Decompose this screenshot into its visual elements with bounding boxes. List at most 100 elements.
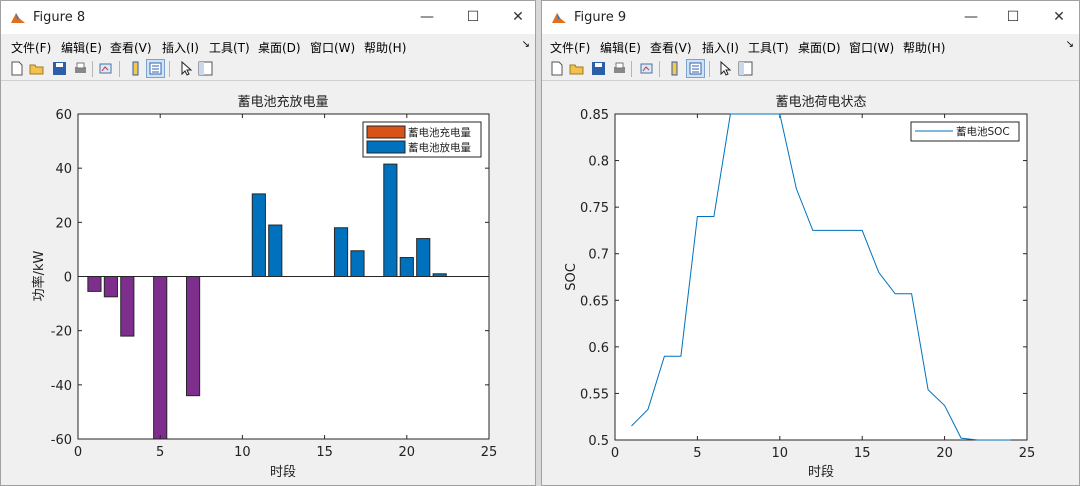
toolbar xyxy=(542,58,1079,81)
menu-insert[interactable]: 插入(I) xyxy=(702,39,739,56)
print-icon[interactable] xyxy=(611,60,628,77)
x-tick-label: 20 xyxy=(936,446,953,461)
property-inspector-icon[interactable] xyxy=(737,60,754,77)
bar-charge xyxy=(103,276,118,298)
bar-charge xyxy=(87,276,102,292)
link-plot-icon[interactable] xyxy=(97,60,114,77)
x-tick-label: 10 xyxy=(772,446,789,461)
x-tick-label: 20 xyxy=(399,445,416,460)
battery-charge-discharge-chart[interactable]: 0 5 10 15 20 25 -60 -40 -20 0 20 40 60 蓄电池充放电量 时段 功… xyxy=(1,81,536,486)
legend-label-charge: 蓄电池充电量 xyxy=(408,126,471,139)
maximize-button[interactable]: ☐ xyxy=(463,8,483,26)
y-tick-label: 0.6 xyxy=(588,341,609,356)
menu-desktop[interactable]: 桌面(D) xyxy=(258,39,301,56)
y-tick-label: 0.5 xyxy=(588,434,609,449)
insert-colorbar-icon[interactable] xyxy=(127,60,144,77)
title-bar[interactable]: Figure 8 — ☐ ✕ xyxy=(1,1,535,34)
legend[interactable]: 蓄电池SOC xyxy=(910,121,1020,142)
bar-charge xyxy=(120,276,135,337)
menu-view[interactable]: 查看(V) xyxy=(110,39,152,56)
battery-soc-chart[interactable]: 0 5 10 15 20 25 0.50.550.60.650.70.750.80.85 … xyxy=(542,81,1080,486)
menu-tools[interactable]: 工具(T) xyxy=(209,39,250,56)
edit-plot-icon[interactable] xyxy=(177,60,194,77)
y-tick-label: -20 xyxy=(51,325,72,340)
bar-discharge xyxy=(350,250,365,277)
dock-arrow-icon[interactable]: ↘ xyxy=(1066,39,1074,50)
legend-label-soc: 蓄电池SOC xyxy=(956,125,1010,138)
new-figure-icon[interactable] xyxy=(8,60,25,77)
x-tick-label: 5 xyxy=(156,445,164,460)
menu-edit[interactable]: 编辑(E) xyxy=(600,39,641,56)
chart-title: 蓄电池充放电量 xyxy=(237,94,328,110)
x-tick-label: 25 xyxy=(1019,446,1036,461)
x-tick-label: 15 xyxy=(854,446,871,461)
dock-arrow-icon[interactable]: ↘ xyxy=(522,39,530,50)
insert-legend-icon[interactable] xyxy=(146,59,165,78)
window-title: Figure 9 xyxy=(574,10,627,25)
bar-discharge xyxy=(399,257,414,278)
menu-desktop[interactable]: 桌面(D) xyxy=(798,39,841,56)
open-file-icon[interactable] xyxy=(568,60,585,77)
y-tick-label: 0.85 xyxy=(580,108,609,123)
figure-8-window: Figure 8 — ☐ ✕ 文件(F) 编辑(E) 查看(V) 插入(I) 工… xyxy=(0,0,536,486)
menu-file[interactable]: 文件(F) xyxy=(550,39,590,56)
bar-discharge xyxy=(432,273,447,278)
y-tick-label: 40 xyxy=(55,162,72,177)
plot-area xyxy=(614,113,1028,441)
bar-discharge xyxy=(333,227,349,277)
menu-window[interactable]: 窗口(W) xyxy=(849,39,894,56)
print-icon[interactable] xyxy=(72,60,89,77)
x-tick-label: 10 xyxy=(234,445,251,460)
window-title: Figure 8 xyxy=(33,10,86,25)
y-tick-label: -40 xyxy=(51,379,72,394)
edit-plot-icon[interactable] xyxy=(716,60,733,77)
figure-canvas: 0 5 10 15 20 25 -60 -40 -20 0 20 40 60 蓄电池充放电量 时段 功… xyxy=(1,81,535,485)
legend-label-discharge: 蓄电池放电量 xyxy=(408,141,471,154)
open-file-icon[interactable] xyxy=(28,60,45,77)
x-tick-label: 15 xyxy=(316,445,333,460)
menu-insert[interactable]: 插入(I) xyxy=(162,39,199,56)
menu-view[interactable]: 查看(V) xyxy=(650,39,692,56)
y-tick-label: 0.75 xyxy=(580,201,609,216)
y-tick-label: -60 xyxy=(51,433,72,448)
bar-discharge xyxy=(416,238,431,277)
x-tick-label: 25 xyxy=(481,445,498,460)
y-axis-label: 功率/kW xyxy=(31,250,47,301)
save-icon[interactable] xyxy=(51,60,68,77)
insert-legend-icon[interactable] xyxy=(686,59,705,78)
toolbar-separator xyxy=(92,61,93,77)
maximize-button[interactable]: ☐ xyxy=(1003,8,1023,26)
menu-edit[interactable]: 编辑(E) xyxy=(61,39,102,56)
menu-bar: 文件(F) 编辑(E) 查看(V) 插入(I) 工具(T) 桌面(D) 窗口(W… xyxy=(1,35,535,57)
minimize-button[interactable]: — xyxy=(961,8,981,26)
menu-help[interactable]: 帮助(H) xyxy=(364,39,406,56)
close-button[interactable]: ✕ xyxy=(1049,8,1069,26)
menu-window[interactable]: 窗口(W) xyxy=(310,39,355,56)
toolbar-separator xyxy=(119,61,120,77)
figure-9-window: Figure 9 — ☐ ✕ 文件(F) 编辑(E) 查看(V) 插入(I) 工… xyxy=(541,0,1080,486)
legend-swatch-charge xyxy=(366,125,406,139)
legend[interactable]: 蓄电池充电量 蓄电池放电量 xyxy=(362,121,482,158)
y-tick-label: 60 xyxy=(55,108,72,123)
matlab-icon xyxy=(552,13,566,23)
menu-tools[interactable]: 工具(T) xyxy=(748,39,789,56)
save-icon[interactable] xyxy=(590,60,607,77)
menu-file[interactable]: 文件(F) xyxy=(11,39,51,56)
minimize-button[interactable]: — xyxy=(417,8,437,26)
new-figure-icon[interactable] xyxy=(548,60,565,77)
legend-swatch-discharge xyxy=(366,140,406,154)
y-tick-label: 0.65 xyxy=(580,294,609,309)
insert-colorbar-icon[interactable] xyxy=(666,60,683,77)
link-plot-icon[interactable] xyxy=(638,60,655,77)
close-button[interactable]: ✕ xyxy=(508,8,528,26)
title-bar[interactable]: Figure 9 — ☐ ✕ xyxy=(542,1,1079,34)
y-tick-label: 0.8 xyxy=(588,155,609,170)
property-inspector-icon[interactable] xyxy=(197,60,214,77)
bar-discharge xyxy=(383,163,398,277)
menu-help[interactable]: 帮助(H) xyxy=(903,39,945,56)
chart-title: 蓄电池荷电状态 xyxy=(775,95,866,110)
x-tick-label: 0 xyxy=(611,446,619,461)
figure-canvas: 0 5 10 15 20 25 0.5 0.55 0.6 0.65 0.7 0.75 0.8 0.85 … xyxy=(542,81,1079,485)
bar-charge xyxy=(186,276,201,397)
y-tick-label: 0 xyxy=(64,271,72,286)
